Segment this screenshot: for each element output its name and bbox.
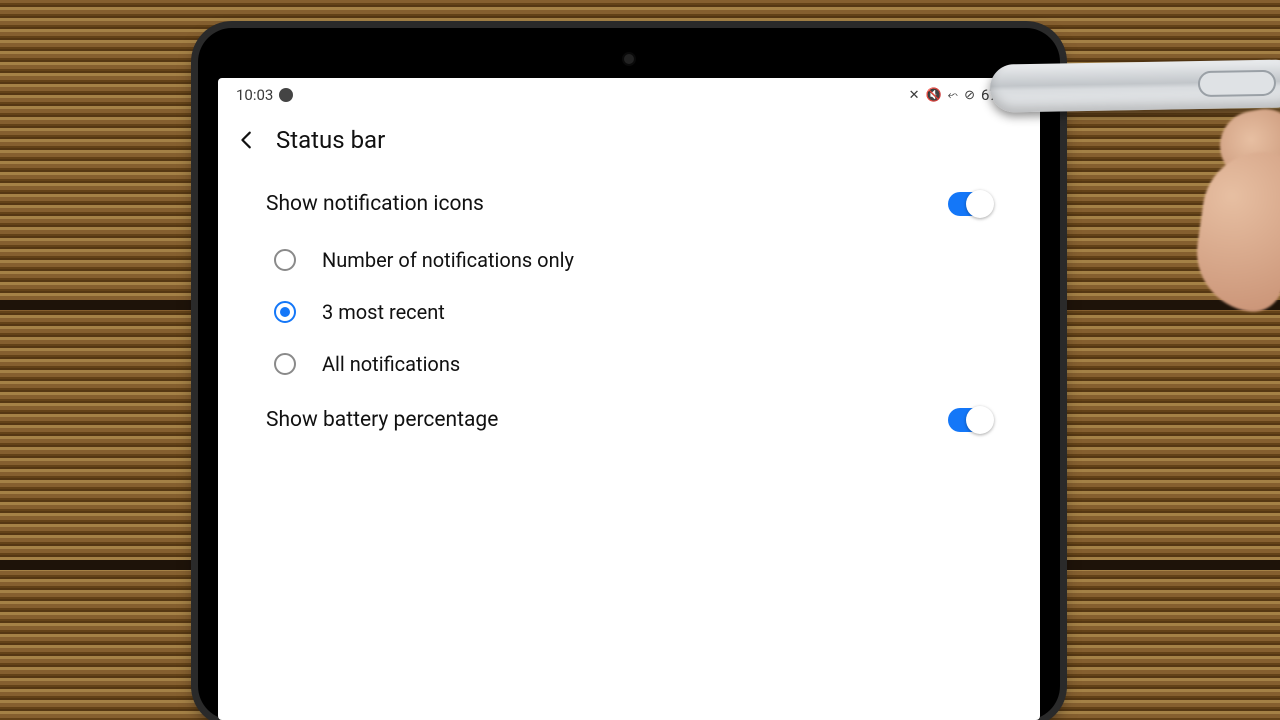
toggle-knob [966,406,994,434]
radio-label: 3 most recent [322,300,445,324]
radio-option-all-notifications[interactable]: All notifications [246,338,1012,390]
settings-panel: Show notification icons Number of notifi… [246,174,1012,450]
setting-show-battery-percentage[interactable]: Show battery percentage [246,390,1012,450]
radio-icon [274,301,296,323]
title-bar: Status bar [218,112,1040,174]
toggle-knob [966,190,994,218]
system-status-bar: 10:03 ✕ 🔇 ⬿ ⊘ 67% ▮ [218,78,1040,112]
screen: 10:03 ✕ 🔇 ⬿ ⊘ 67% ▮ Status bar Show noti… [218,78,1040,720]
tablet-frame: 10:03 ✕ 🔇 ⬿ ⊘ 67% ▮ Status bar Show noti… [198,28,1060,720]
mute-icon: 🔇 [925,88,941,103]
do-not-disturb-icon: ⊘ [964,88,975,103]
stylus-button [1198,70,1276,97]
setting-label: Show notification icons [266,192,484,216]
setting-show-notification-icons[interactable]: Show notification icons [246,174,1012,234]
status-time: 10:03 [236,86,273,104]
stylus-pen [990,59,1280,112]
signal-off-icon: ✕ [909,88,920,103]
radio-option-number-only[interactable]: Number of notifications only [246,234,1012,286]
back-icon[interactable] [236,129,258,151]
notification-dot-icon [279,88,293,102]
toggle-show-notification-icons[interactable] [948,192,992,216]
radio-label: Number of notifications only [322,248,574,272]
radio-icon [274,249,296,271]
toggle-show-battery-percentage[interactable] [948,408,992,432]
tablet-camera [622,52,636,66]
wifi-icon: ⬿ [948,88,958,103]
radio-icon [274,353,296,375]
page-title: Status bar [276,126,385,154]
radio-option-3-most-recent[interactable]: 3 most recent [246,286,1012,338]
radio-label: All notifications [322,352,460,376]
setting-label: Show battery percentage [266,408,498,432]
